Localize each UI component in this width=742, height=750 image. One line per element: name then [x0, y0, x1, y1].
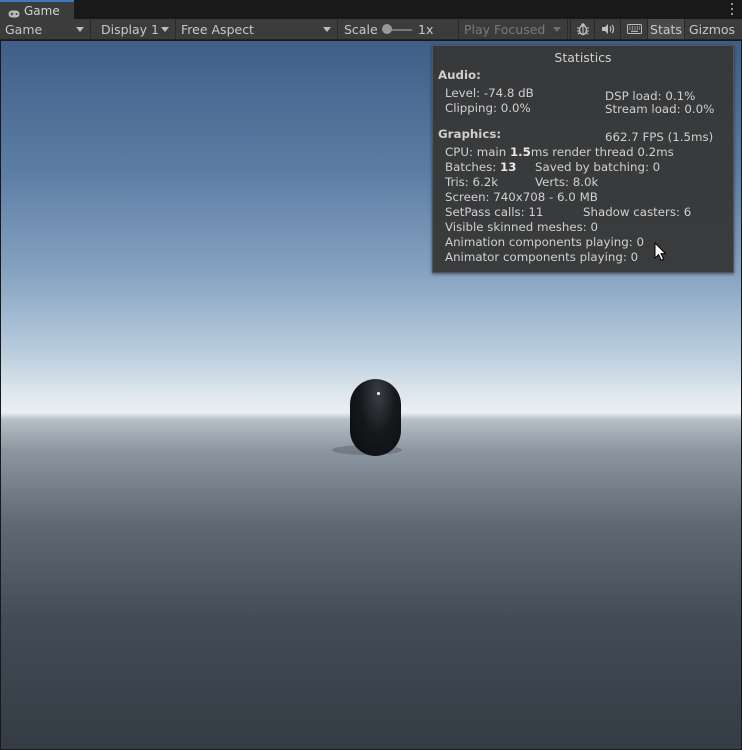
- statistics-panel: Statistics Audio: Level: -74.8 dB Clippi…: [432, 45, 734, 273]
- tris-count: Tris: 6.2k: [445, 175, 499, 189]
- view-mode-dropdown[interactable]: Game: [0, 19, 91, 39]
- cpu-suffix: ms render thread 0.2ms: [530, 145, 674, 159]
- game-tab[interactable]: Game: [0, 0, 74, 19]
- cpu-line: CPU: main 1.5ms render thread 0.2ms: [445, 145, 674, 159]
- speaker-icon[interactable]: [594, 19, 620, 39]
- cpu-main-value: 1.5: [509, 145, 531, 159]
- verts-count: Verts: 8.0k: [535, 175, 599, 189]
- fps-readout: 662.7 FPS (1.5ms): [605, 130, 714, 144]
- chevron-down-icon: [76, 27, 84, 32]
- batches-line: Batches: 13: [445, 160, 516, 174]
- cpu-prefix: CPU: main: [445, 145, 510, 159]
- display-dropdown[interactable]: Display 1: [96, 19, 176, 39]
- gamepad-icon: [8, 7, 20, 17]
- chevron-down-icon: [161, 27, 169, 32]
- player-capsule: [350, 379, 401, 456]
- audio-clipping: Clipping: 0.0%: [445, 101, 531, 115]
- display-label: Display 1: [101, 21, 160, 37]
- dsp-load: DSP load: 0.1%: [605, 89, 696, 103]
- game-view-toolbar: Game Display 1 Free Aspect Scale 1x Play…: [0, 19, 742, 40]
- view-mode-label: Game: [5, 21, 43, 37]
- game-tab-label: Game: [24, 3, 60, 18]
- graphics-header: Graphics:: [438, 127, 502, 141]
- visible-skinned-meshes: Visible skinned meshes: 0: [445, 220, 598, 234]
- play-mode-dropdown[interactable]: Play Focused: [458, 19, 568, 39]
- animator-components: Animator components playing: 0: [445, 250, 639, 264]
- window-tab-bar: Game: [0, 0, 742, 20]
- screen-info: Screen: 740x708 - 6.0 MB: [445, 190, 598, 204]
- scale-value: 1x: [418, 21, 434, 37]
- batches-prefix: Batches:: [445, 160, 501, 174]
- shadow-casters: Shadow casters: 6: [583, 205, 692, 219]
- saved-by-batching: Saved by batching: 0: [535, 160, 661, 174]
- more-options-icon[interactable]: [730, 3, 733, 15]
- aspect-label: Free Aspect: [181, 21, 254, 37]
- chevron-down-icon: [553, 27, 561, 32]
- stats-button[interactable]: Stats: [647, 19, 685, 39]
- audio-level: Level: -74.8 dB: [445, 86, 534, 100]
- batches-value: 13: [500, 160, 517, 174]
- play-mode-label: Play Focused: [464, 21, 546, 37]
- bug-icon[interactable]: [570, 19, 594, 39]
- animation-components: Animation components playing: 0: [445, 235, 644, 249]
- stream-load: Stream load: 0.0%: [605, 102, 715, 116]
- scale-slider-handle[interactable]: [382, 24, 392, 34]
- aspect-dropdown[interactable]: Free Aspect: [176, 19, 338, 39]
- chevron-down-icon: [323, 27, 331, 32]
- scale-label: Scale: [344, 21, 378, 37]
- setpass-calls: SetPass calls: 11: [445, 205, 544, 219]
- keyboard-icon[interactable]: [620, 19, 647, 39]
- mouse-pointer-icon: [654, 241, 667, 265]
- audio-header: Audio:: [438, 68, 481, 82]
- statistics-title: Statistics: [554, 50, 612, 65]
- gizmos-button[interactable]: Gizmos: [686, 19, 738, 39]
